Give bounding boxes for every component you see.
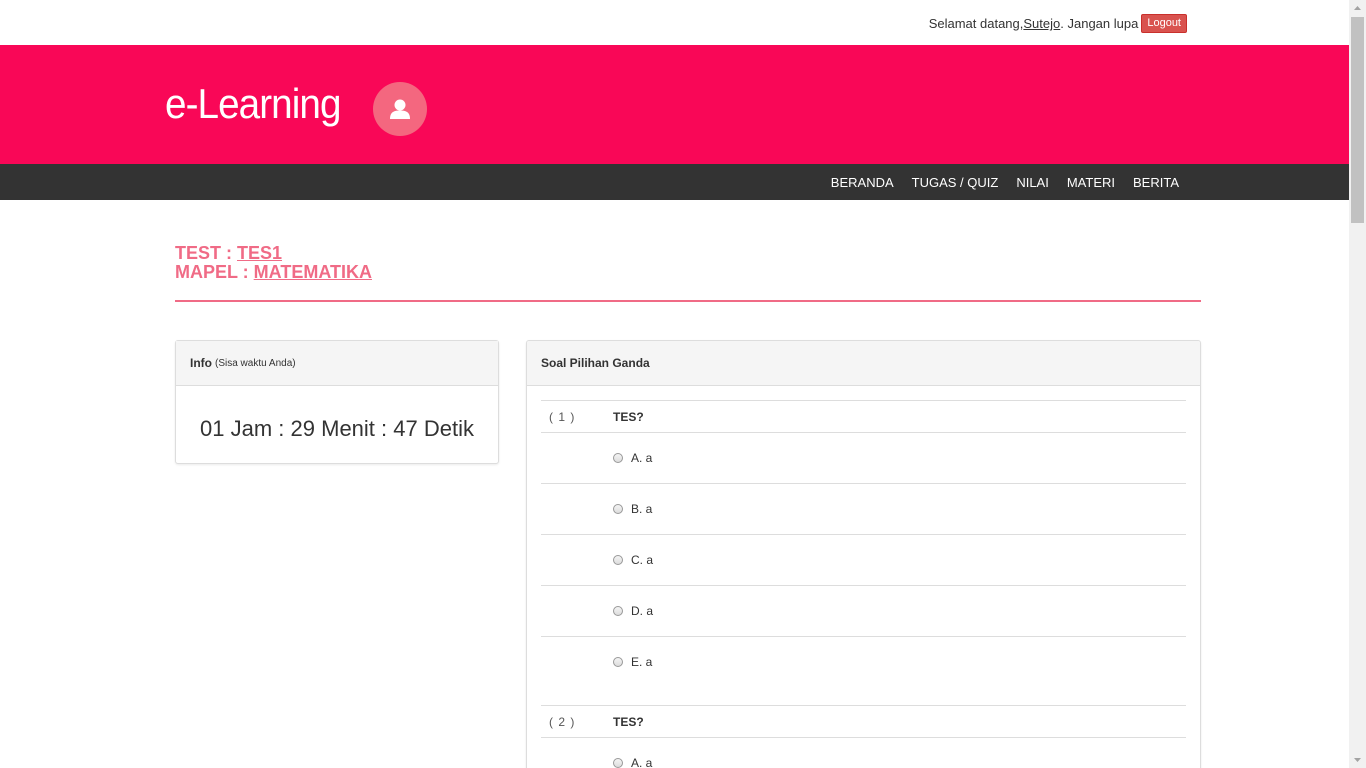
nav-nilai[interactable]: NILAI bbox=[1016, 175, 1049, 190]
option-radio[interactable] bbox=[613, 452, 623, 463]
test-name-link[interactable]: TES1 bbox=[237, 243, 282, 263]
option-label[interactable]: D. a bbox=[631, 604, 653, 618]
option-label[interactable]: B. a bbox=[631, 502, 652, 516]
nav-beranda[interactable]: BERANDA bbox=[831, 175, 894, 190]
mapel-label: MAPEL : bbox=[175, 262, 254, 282]
option-row[interactable]: D. a bbox=[541, 585, 1186, 636]
question-spacer bbox=[541, 687, 1186, 705]
option-label[interactable]: E. a bbox=[631, 655, 652, 669]
option-radio[interactable] bbox=[613, 503, 623, 514]
option-radio[interactable] bbox=[613, 605, 623, 616]
question-text: TES? bbox=[613, 409, 644, 424]
question-text: TES? bbox=[613, 714, 644, 729]
logout-button[interactable]: Logout bbox=[1141, 14, 1187, 33]
greeting-text: Selamat datang, bbox=[928, 16, 1024, 31]
top-bar: Selamat datang, Sutejo . Jangan lupa Log… bbox=[0, 0, 1349, 45]
mapel-heading: MAPEL : MATEMATIKA bbox=[175, 263, 1201, 282]
heading-divider bbox=[175, 300, 1201, 302]
scroll-down-arrow-icon[interactable] bbox=[1349, 751, 1366, 768]
option-row[interactable]: B. a bbox=[541, 483, 1186, 534]
main-nav: BERANDA TUGAS / QUIZ NILAI MATERI BERITA bbox=[0, 164, 1349, 200]
test-heading: TEST : TES1 bbox=[175, 244, 1201, 263]
nav-menu: BERANDA TUGAS / QUIZ NILAI MATERI BERITA bbox=[813, 164, 1179, 200]
scroll-thumb[interactable] bbox=[1351, 17, 1364, 223]
question-row: ( 2 ) TES? bbox=[541, 705, 1186, 737]
question-list: ( 1 ) TES? A. a B. a C. a D. a E. a ( 2 … bbox=[527, 386, 1200, 768]
brand-title[interactable]: e-Learning bbox=[165, 80, 341, 128]
page-heading: TEST : TES1 MAPEL : MATEMATIKA bbox=[175, 244, 1201, 282]
question-number: ( 2 ) bbox=[549, 714, 576, 729]
option-row[interactable]: A. a bbox=[541, 432, 1186, 483]
mapel-name-link[interactable]: MATEMATIKA bbox=[254, 262, 372, 282]
page-scrollbar[interactable] bbox=[1349, 0, 1366, 768]
option-row[interactable]: E. a bbox=[541, 636, 1186, 687]
welcome-message: Selamat datang, Sutejo . Jangan lupa Log… bbox=[929, 14, 1187, 33]
question-number: ( 1 ) bbox=[549, 409, 576, 424]
option-label[interactable]: A. a bbox=[631, 451, 652, 465]
option-label[interactable]: C. a bbox=[631, 553, 653, 567]
countdown-timer: 01 Jam : 29 Menit : 47 Detik bbox=[200, 416, 474, 441]
info-title: Info bbox=[190, 356, 212, 370]
question-panel: Soal Pilihan Ganda ( 1 ) TES? A. a B. a … bbox=[526, 340, 1201, 768]
user-avatar[interactable] bbox=[373, 82, 427, 136]
option-radio[interactable] bbox=[613, 757, 623, 768]
info-panel-header: Info (Sisa waktu Anda) bbox=[176, 341, 498, 386]
question-row: ( 1 ) TES? bbox=[541, 400, 1186, 432]
option-radio[interactable] bbox=[613, 554, 623, 565]
scroll-up-arrow-icon[interactable] bbox=[1349, 0, 1366, 17]
info-panel: Info (Sisa waktu Anda) 01 Jam : 29 Menit… bbox=[175, 340, 499, 464]
option-label[interactable]: A. a bbox=[631, 756, 652, 768]
site-header: e-Learning bbox=[0, 45, 1349, 164]
reminder-text: . Jangan lupa bbox=[1060, 16, 1139, 31]
option-row[interactable]: C. a bbox=[541, 534, 1186, 585]
nav-tugas-quiz[interactable]: TUGAS / QUIZ bbox=[912, 175, 999, 190]
info-subtitle: (Sisa waktu Anda) bbox=[215, 357, 296, 369]
test-label: TEST : bbox=[175, 243, 237, 263]
question-panel-header: Soal Pilihan Ganda bbox=[527, 341, 1200, 386]
question-panel-title: Soal Pilihan Ganda bbox=[541, 356, 650, 370]
option-row[interactable]: A. a bbox=[541, 737, 1186, 768]
nav-berita[interactable]: BERITA bbox=[1133, 175, 1179, 190]
nav-materi[interactable]: MATERI bbox=[1067, 175, 1115, 190]
option-radio[interactable] bbox=[613, 656, 623, 667]
username-link[interactable]: Sutejo bbox=[1023, 16, 1060, 31]
user-icon bbox=[390, 99, 410, 119]
